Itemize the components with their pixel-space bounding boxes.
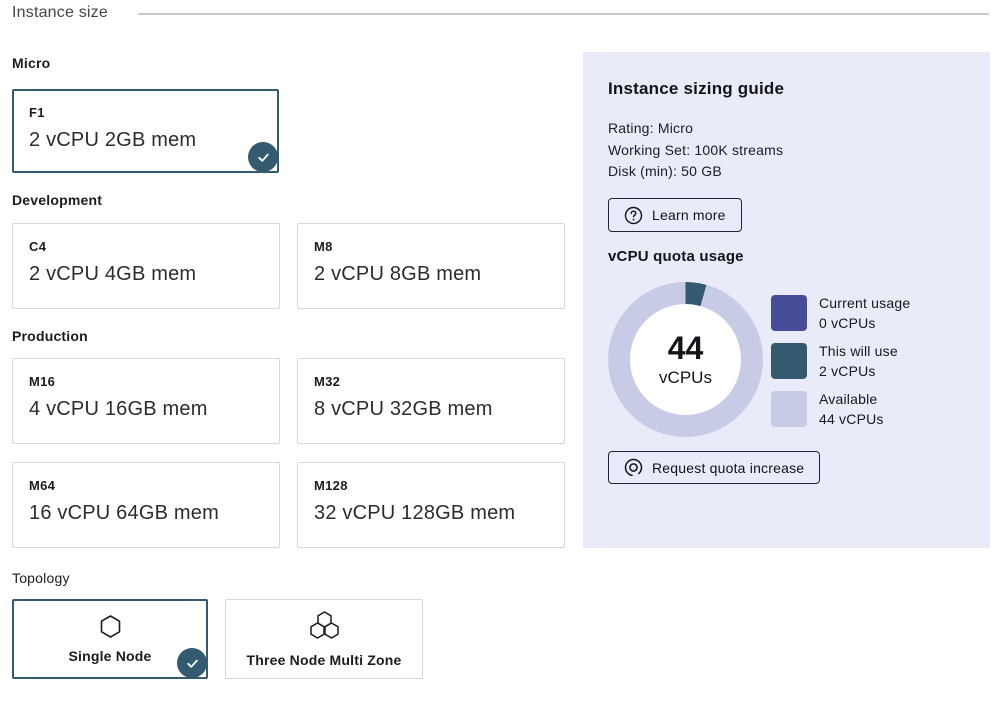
card-size: 32 vCPU 128GB mem <box>314 502 548 525</box>
card-size: 16 vCPU 64GB mem <box>29 502 263 525</box>
card-id: M128 <box>314 478 548 493</box>
card-size: 2 vCPU 8GB mem <box>314 263 548 286</box>
question-circle-icon <box>624 206 643 225</box>
instance-card-m128[interactable]: M128 32 vCPU 128GB mem <box>297 462 565 548</box>
donut-center-value: 44 <box>668 331 704 365</box>
single-hexagon-icon <box>99 614 122 639</box>
tier-label-development: Development <box>12 192 102 208</box>
topology-card-three-node-multi-zone[interactable]: Three Node Multi Zone <box>225 599 423 679</box>
instance-card-m16[interactable]: M16 4 vCPU 16GB mem <box>12 358 280 444</box>
guide-working-set: Working Set: 100K streams <box>608 140 783 162</box>
instance-card-m8[interactable]: M8 2 vCPU 8GB mem <box>297 223 565 309</box>
donut-center-unit: vCPUs <box>659 368 712 388</box>
guide-rating: Rating: Micro <box>608 118 783 140</box>
guide-details: Rating: Micro Working Set: 100K streams … <box>608 118 783 183</box>
legend-value: 0 vCPUs <box>819 313 910 333</box>
request-quota-increase-label: Request quota increase <box>652 460 804 476</box>
selected-check-badge <box>248 142 278 172</box>
legend-swatch-available <box>771 391 807 427</box>
topology-label: Three Node Multi Zone <box>246 652 401 668</box>
card-size: 2 vCPU 2GB mem <box>29 129 262 152</box>
legend-entry-this-will-use: This will use 2 vCPUs <box>771 341 910 381</box>
legend-label: Current usage <box>819 293 910 313</box>
quota-usage-title: vCPU quota usage <box>608 248 744 265</box>
card-id: M16 <box>29 374 263 389</box>
legend-value: 44 vCPUs <box>819 409 884 429</box>
checkmark-icon <box>185 656 200 671</box>
card-size: 8 vCPU 32GB mem <box>314 398 548 421</box>
legend-swatch-this-will-use <box>771 343 807 379</box>
card-id: M32 <box>314 374 548 389</box>
tier-label-topology: Topology <box>12 570 70 586</box>
guide-disk-min: Disk (min): 50 GB <box>608 161 783 183</box>
learn-more-button[interactable]: Learn more <box>608 198 742 232</box>
legend-entry-available: Available 44 vCPUs <box>771 389 910 429</box>
card-size: 4 vCPU 16GB mem <box>29 398 263 421</box>
guide-title: Instance sizing guide <box>608 79 784 99</box>
instance-size-screen: Instance size Micro F1 2 vCPU 2GB mem De… <box>0 0 997 703</box>
legend-entry-current-usage: Current usage 0 vCPUs <box>771 293 910 333</box>
checkmark-icon <box>256 150 271 165</box>
instance-card-f1[interactable]: F1 2 vCPU 2GB mem <box>12 89 279 173</box>
quota-legend: Current usage 0 vCPUs This will use 2 vC… <box>771 293 910 429</box>
card-id: M64 <box>29 478 263 493</box>
card-size: 2 vCPU 4GB mem <box>29 263 263 286</box>
donut-center: 44 vCPUs <box>630 304 741 415</box>
legend-label: Available <box>819 389 884 409</box>
legend-label: This will use <box>819 341 898 361</box>
request-quota-increase-button[interactable]: Request quota increase <box>608 451 820 484</box>
vcpu-donut: 44 vCPUs <box>608 282 763 437</box>
topology-card-single-node[interactable]: Single Node <box>12 599 208 679</box>
page-title: Instance size <box>12 4 108 22</box>
tier-label-micro: Micro <box>12 55 50 71</box>
tier-label-production: Production <box>12 328 88 344</box>
topology-label: Single Node <box>68 648 151 664</box>
card-id: F1 <box>29 105 262 120</box>
card-id: M8 <box>314 239 548 254</box>
instance-card-c4[interactable]: C4 2 vCPU 4GB mem <box>12 223 280 309</box>
instance-card-m32[interactable]: M32 8 vCPU 32GB mem <box>297 358 565 444</box>
instance-card-m64[interactable]: M64 16 vCPU 64GB mem <box>12 462 280 548</box>
card-id: C4 <box>29 239 263 254</box>
quota-increase-icon <box>624 458 643 477</box>
legend-swatch-current-usage <box>771 295 807 331</box>
selected-check-badge <box>177 648 207 678</box>
three-hexagons-icon <box>306 610 343 643</box>
instance-sizing-guide-panel: Instance sizing guide Rating: Micro Work… <box>583 52 990 548</box>
legend-value: 2 vCPUs <box>819 361 898 381</box>
learn-more-label: Learn more <box>652 207 726 223</box>
header-divider <box>138 13 989 15</box>
